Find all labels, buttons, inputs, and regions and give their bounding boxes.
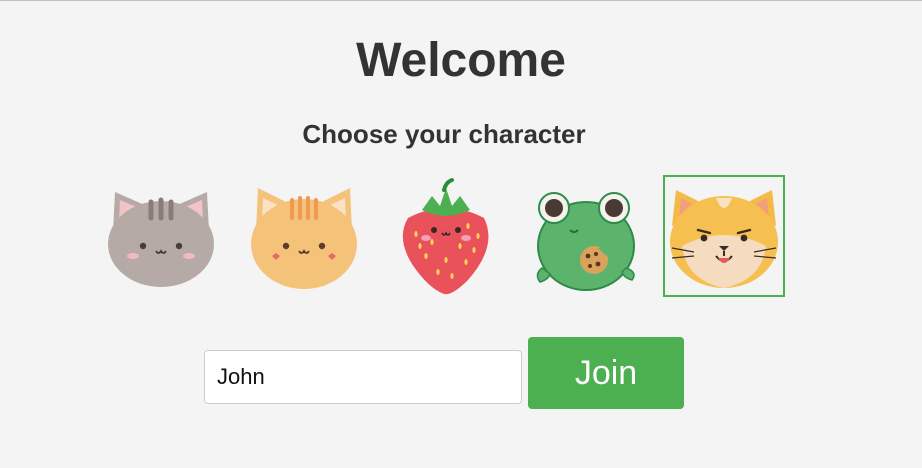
- character-option-shiba-cat[interactable]: [663, 175, 785, 297]
- character-option-gray-cat[interactable]: [100, 175, 222, 297]
- name-input[interactable]: [204, 350, 522, 404]
- shiba-cat-icon: [670, 190, 778, 288]
- orange-cat-icon: [251, 188, 357, 289]
- frog-icon: [536, 192, 635, 291]
- character-option-orange-cat[interactable]: [243, 175, 365, 297]
- character-option-frog[interactable]: [527, 175, 649, 297]
- character-option-strawberry[interactable]: [385, 175, 507, 297]
- join-button[interactable]: Join: [528, 337, 684, 409]
- strawberry-icon: [402, 178, 489, 295]
- gray-cat-icon: [108, 192, 214, 287]
- character-picker: [0, 1, 922, 321]
